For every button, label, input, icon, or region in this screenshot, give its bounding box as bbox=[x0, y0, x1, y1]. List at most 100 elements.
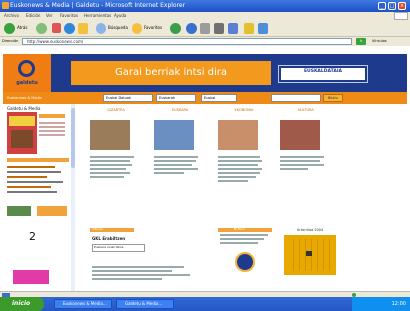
menu-view[interactable]: Ver bbox=[46, 13, 53, 19]
article-title[interactable]: GIZARTEA bbox=[90, 108, 142, 113]
article-excerpt bbox=[154, 156, 206, 174]
article-excerpt bbox=[280, 156, 332, 170]
article-thumbnail[interactable] bbox=[280, 120, 320, 150]
favorites-icon[interactable] bbox=[132, 23, 142, 34]
print-icon[interactable] bbox=[214, 23, 224, 34]
taskbar-window-2[interactable]: Galdetu & Media... bbox=[116, 299, 174, 309]
agenda-text bbox=[220, 234, 270, 246]
mail-icon[interactable] bbox=[200, 23, 210, 34]
home-icon[interactable] bbox=[78, 23, 88, 34]
banner-ad-label: EUSKALDATAIA bbox=[303, 69, 343, 74]
menu-edit[interactable]: Edición bbox=[26, 13, 40, 19]
toolbar: Atrás Búsqueda Favoritos bbox=[0, 20, 410, 37]
address-bar: Dirección http://www.euskonews.com/ Ir V… bbox=[0, 37, 410, 46]
window-title: Euskonews & Media | Galdetu - Microsoft … bbox=[10, 2, 186, 9]
menu-favorites[interactable]: Favoritos bbox=[60, 13, 78, 19]
forward-icon[interactable] bbox=[36, 23, 47, 34]
menu-bar: Archivo Edición Ver Favoritos Herramient… bbox=[0, 12, 410, 20]
article-thumbnail[interactable] bbox=[218, 120, 258, 150]
close-button[interactable]: × bbox=[398, 2, 406, 10]
agenda-badge-icon[interactable] bbox=[235, 252, 255, 272]
article-card[interactable]: GIZARTEA bbox=[90, 108, 142, 180]
taskbar: inicio Euskonews & Media... Galdetu & Me… bbox=[0, 297, 410, 311]
site-logo[interactable]: galdetu bbox=[3, 54, 51, 92]
calendar-widget: Urtarriloa 2004 bbox=[282, 228, 338, 284]
sidebar-badge-image[interactable] bbox=[7, 206, 31, 216]
article-excerpt bbox=[218, 156, 270, 182]
agenda-box: Bi Berri bbox=[218, 227, 276, 288]
address-label: Dirección bbox=[2, 39, 19, 43]
article-thumbnail[interactable] bbox=[90, 120, 130, 150]
search-select-1[interactable]: Euskal Datuak bbox=[103, 94, 153, 102]
frame-scrollbar[interactable] bbox=[71, 104, 75, 291]
media-icon[interactable] bbox=[170, 23, 181, 34]
menu-help[interactable]: Ayuda bbox=[114, 13, 126, 19]
agenda-header: Bi Berri bbox=[234, 227, 245, 231]
clock: 12:00 bbox=[391, 301, 406, 307]
sidebar-section-bar bbox=[7, 158, 69, 162]
address-input[interactable]: http://www.euskonews.com/ bbox=[22, 38, 352, 45]
logo-swirl-icon bbox=[18, 60, 35, 77]
back-label[interactable]: Atrás bbox=[17, 25, 27, 31]
window-title-bar: Euskonews & Media | Galdetu - Microsoft … bbox=[0, 0, 410, 12]
article-title[interactable]: EUSKARA bbox=[154, 108, 206, 113]
sidebar-link-list bbox=[39, 122, 65, 148]
start-button[interactable]: inicio bbox=[0, 297, 44, 311]
calendar-header: Urtarriloa 2004 bbox=[296, 228, 324, 232]
sidebar-number: 2 bbox=[29, 230, 36, 243]
refresh-icon[interactable] bbox=[64, 23, 75, 34]
maximize-button[interactable]: □ bbox=[388, 2, 396, 10]
banner-slogan[interactable]: Garai berriak intsi dira bbox=[71, 61, 271, 85]
sidebar-header: Galdetu & Media bbox=[7, 106, 41, 111]
stop-icon[interactable] bbox=[52, 23, 61, 33]
poll-header: Inkesta bbox=[92, 227, 103, 231]
article-card[interactable]: EUSKARA bbox=[154, 108, 206, 176]
menu-tools[interactable]: Herramientas bbox=[84, 13, 111, 19]
sidebar-link-list-2 bbox=[7, 166, 69, 200]
menu-file[interactable]: Archivo bbox=[4, 13, 19, 19]
back-icon[interactable] bbox=[4, 23, 15, 34]
calendar-grid[interactable] bbox=[284, 235, 336, 275]
search-strip: Euskonews & Media Euskal Datuak Euskarak… bbox=[3, 92, 407, 104]
article-card[interactable]: EKONOMIA bbox=[218, 108, 270, 184]
search-label[interactable]: Búsqueda bbox=[108, 25, 128, 31]
frame-scroll-thumb[interactable] bbox=[71, 108, 75, 168]
taskbar-window-1[interactable]: Euskonews & Media... bbox=[54, 299, 112, 309]
windows-logo-icon bbox=[394, 12, 408, 20]
left-sidebar: Galdetu & Media 2 bbox=[3, 104, 69, 291]
article-card[interactable]: KULTURA bbox=[280, 108, 332, 172]
article-title[interactable]: KULTURA bbox=[280, 108, 332, 113]
logo-text: galdetu bbox=[16, 80, 38, 86]
system-tray: 12:00 bbox=[352, 297, 410, 311]
agenda-header-bar bbox=[218, 228, 272, 232]
magazine-cover-image[interactable] bbox=[7, 112, 37, 154]
search-select-3[interactable]: Euskal bbox=[201, 94, 237, 102]
article-thumbnail[interactable] bbox=[154, 120, 194, 150]
favorites-label[interactable]: Favoritos bbox=[144, 25, 162, 31]
search-select-2[interactable]: Euskarak bbox=[156, 94, 196, 102]
search-button[interactable]: Bilatu bbox=[323, 94, 343, 102]
banner-ad[interactable]: EUSKALDATAIA bbox=[278, 65, 368, 83]
links-label[interactable]: Vínculos bbox=[372, 39, 387, 44]
search-input[interactable] bbox=[271, 94, 321, 102]
calendar-today[interactable] bbox=[306, 251, 312, 256]
minimize-button[interactable]: _ bbox=[378, 2, 386, 10]
search-icon[interactable] bbox=[96, 23, 106, 34]
poll-question: GKL Erabiltzen bbox=[92, 236, 126, 241]
edit-icon[interactable] bbox=[228, 23, 238, 34]
history-icon[interactable] bbox=[186, 23, 197, 34]
poll-select[interactable]: Euskara oinarrizkoa bbox=[92, 244, 145, 252]
left-header: Euskonews & Media bbox=[7, 96, 42, 100]
article-title[interactable]: EKONOMIA bbox=[218, 108, 270, 113]
sidebar-button[interactable] bbox=[37, 206, 67, 216]
research-icon[interactable] bbox=[258, 23, 268, 34]
sidebar-ad-banner[interactable] bbox=[13, 270, 49, 284]
poll-box: Inkesta GKL Erabiltzen Euskara oinarrizk… bbox=[90, 227, 210, 288]
go-button[interactable]: Ir bbox=[356, 38, 366, 45]
article-excerpt bbox=[90, 156, 142, 178]
sidebar-link-bar[interactable] bbox=[39, 114, 65, 118]
site-banner: galdetu Garai berriak intsi dira EUSKALD… bbox=[3, 54, 407, 92]
ie-icon bbox=[2, 2, 9, 9]
messenger-icon[interactable] bbox=[244, 23, 254, 34]
page-content: galdetu Garai berriak intsi dira EUSKALD… bbox=[0, 46, 410, 291]
